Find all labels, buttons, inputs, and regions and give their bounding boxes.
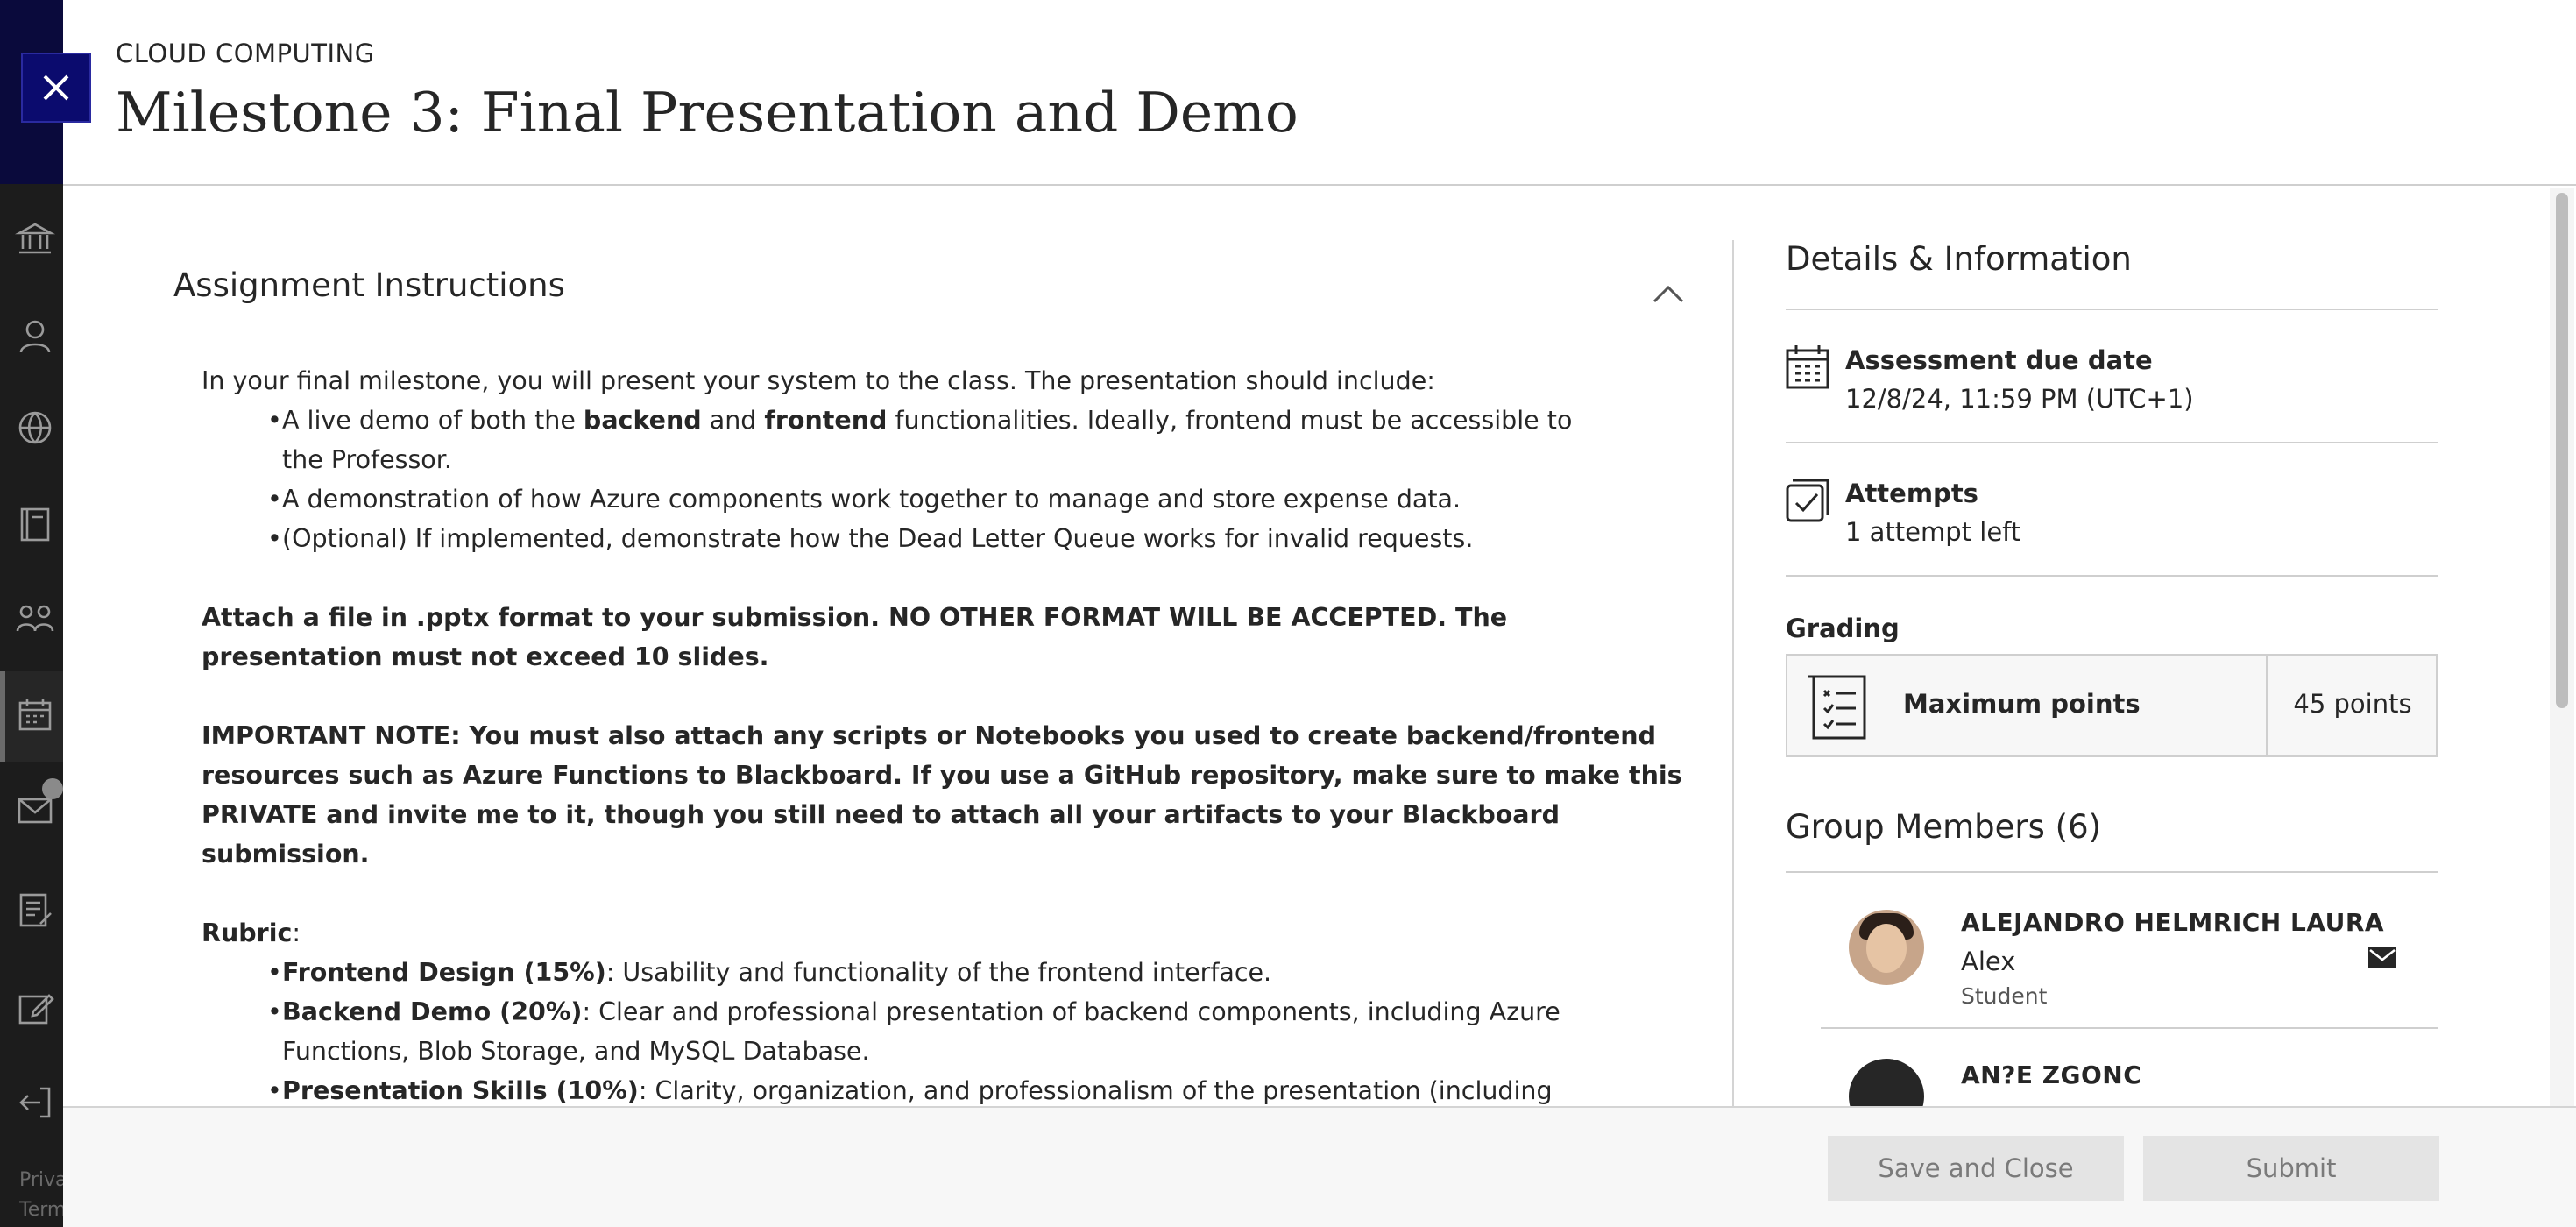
calendar-icon[interactable] bbox=[12, 692, 58, 738]
due-date-label: Assessment due date bbox=[1845, 345, 2153, 375]
calendar-icon bbox=[1786, 344, 1829, 389]
assignment-panel: CLOUD COMPUTING Milestone 3: Final Prese… bbox=[63, 0, 2576, 1227]
details-sidebar: Details & Information Assessment due dat… bbox=[1786, 240, 2438, 1106]
sign-out-icon[interactable] bbox=[12, 1080, 58, 1125]
save-and-close-button[interactable]: Save and Close bbox=[1828, 1136, 2124, 1201]
grading-box: Maximum points 45 points bbox=[1786, 654, 2438, 757]
attempts-value: 1 attempt left bbox=[1845, 517, 2021, 547]
member-name: AN?E ZGONC bbox=[1961, 1060, 2142, 1089]
list-emphasis: frontend bbox=[764, 406, 888, 435]
member-nickname: Alex bbox=[1961, 947, 2016, 976]
checklist-icon bbox=[1803, 671, 1870, 741]
panel-footer: Save and Close Submit bbox=[63, 1106, 2576, 1227]
list-item: (Optional) If implemented, demonstrate h… bbox=[267, 519, 1691, 558]
profile-icon[interactable] bbox=[12, 314, 58, 359]
group-member-row[interactable]: ALEJANDRO HELMRICH LAURA Alex Student bbox=[1821, 873, 2438, 1029]
list-item: Backend Demo (20%): Clear and profession… bbox=[267, 992, 1582, 1071]
attachment-note: Attach a file in .pptx format to your su… bbox=[202, 603, 1508, 671]
rubric-criterion: Backend Demo (20%) bbox=[282, 997, 583, 1026]
rubric-description: : Usability and functionality of the fro… bbox=[605, 958, 1272, 987]
column-divider bbox=[1732, 240, 1734, 1106]
list-text: and bbox=[701, 406, 765, 435]
list-text: A live demo of both the bbox=[282, 406, 584, 435]
rubric-heading: Rubric: bbox=[202, 913, 1691, 953]
close-panel-button[interactable] bbox=[21, 53, 91, 123]
group-members-heading: Group Members (6) bbox=[1786, 808, 2438, 873]
close-icon bbox=[43, 74, 69, 101]
due-date-value: 12/8/24, 11:59 PM (UTC+1) bbox=[1845, 384, 2194, 414]
left-navigation-rail: Privacy Terms bbox=[0, 0, 63, 1227]
rail-active-indicator bbox=[0, 671, 5, 762]
mail-icon bbox=[2368, 947, 2396, 968]
panel-header: CLOUD COMPUTING Milestone 3: Final Prese… bbox=[63, 0, 2576, 186]
list-item: Presentation Skills (10%): Clarity, orga… bbox=[267, 1071, 1582, 1106]
rubric-criterion: Frontend Design (15%) bbox=[282, 958, 606, 987]
institution-icon[interactable] bbox=[12, 216, 58, 261]
max-points-label: Maximum points bbox=[1903, 689, 2141, 719]
collapse-instructions-button[interactable] bbox=[1649, 275, 1688, 314]
messages-badge bbox=[42, 778, 63, 799]
instructions-body: In your final milestone, you will presen… bbox=[202, 361, 1691, 1106]
rubric-colon: : bbox=[292, 918, 301, 947]
groups-icon[interactable] bbox=[12, 596, 58, 642]
courses-icon[interactable] bbox=[12, 501, 58, 547]
avatar bbox=[1849, 1059, 1924, 1106]
privacy-link[interactable]: Privacy bbox=[19, 1166, 63, 1195]
course-name: CLOUD COMPUTING bbox=[116, 39, 375, 68]
scrollbar-thumb[interactable] bbox=[2556, 193, 2568, 708]
member-role: Student bbox=[1961, 983, 2048, 1009]
grades-icon[interactable] bbox=[12, 887, 58, 933]
list-item: A live demo of both the backend and fron… bbox=[267, 401, 1582, 479]
important-note: IMPORTANT NOTE: You must also attach any… bbox=[202, 721, 1682, 869]
attempts-row: Attempts 1 attempt left bbox=[1786, 443, 2438, 577]
list-item: Frontend Design (15%): Usability and fun… bbox=[267, 953, 1582, 992]
max-points-value: 45 points bbox=[2293, 689, 2412, 719]
panel-content: Assignment Instructions In your final mi… bbox=[63, 188, 2576, 1106]
group-member-row[interactable]: AN?E ZGONC bbox=[1821, 1029, 2438, 1106]
grading-label: Grading bbox=[1786, 614, 1900, 643]
globe-icon[interactable] bbox=[12, 405, 58, 450]
attempts-checkbox-icon bbox=[1786, 477, 1829, 522]
member-name: ALEJANDRO HELMRICH LAURA bbox=[1961, 908, 2385, 937]
due-date-row: Assessment due date 12/8/24, 11:59 PM (U… bbox=[1786, 310, 2438, 443]
page-title: Milestone 3: Final Presentation and Demo bbox=[116, 81, 1299, 145]
avatar bbox=[1849, 910, 1924, 985]
edit-icon[interactable] bbox=[12, 985, 58, 1031]
details-heading: Details & Information bbox=[1786, 240, 2438, 310]
rubric-label: Rubric bbox=[202, 918, 293, 947]
presentation-requirements-list: A live demo of both the backend and fron… bbox=[202, 401, 1691, 558]
list-emphasis: backend bbox=[583, 406, 702, 435]
rail-footer-links[interactable]: Privacy Terms bbox=[19, 1166, 63, 1225]
terms-link[interactable]: Terms bbox=[19, 1195, 63, 1225]
list-item: A demonstration of how Azure components … bbox=[267, 479, 1691, 519]
instructions-intro: In your final milestone, you will presen… bbox=[202, 366, 1435, 395]
chevron-up-icon bbox=[1652, 285, 1684, 303]
attempts-label: Attempts bbox=[1845, 479, 1978, 508]
rubric-criterion: Presentation Skills (10%) bbox=[282, 1076, 639, 1105]
send-message-button[interactable] bbox=[2367, 947, 2397, 969]
submit-button[interactable]: Submit bbox=[2143, 1136, 2439, 1201]
rubric-list: Frontend Design (15%): Usability and fun… bbox=[202, 953, 1691, 1106]
instructions-heading: Assignment Instructions bbox=[173, 266, 565, 304]
